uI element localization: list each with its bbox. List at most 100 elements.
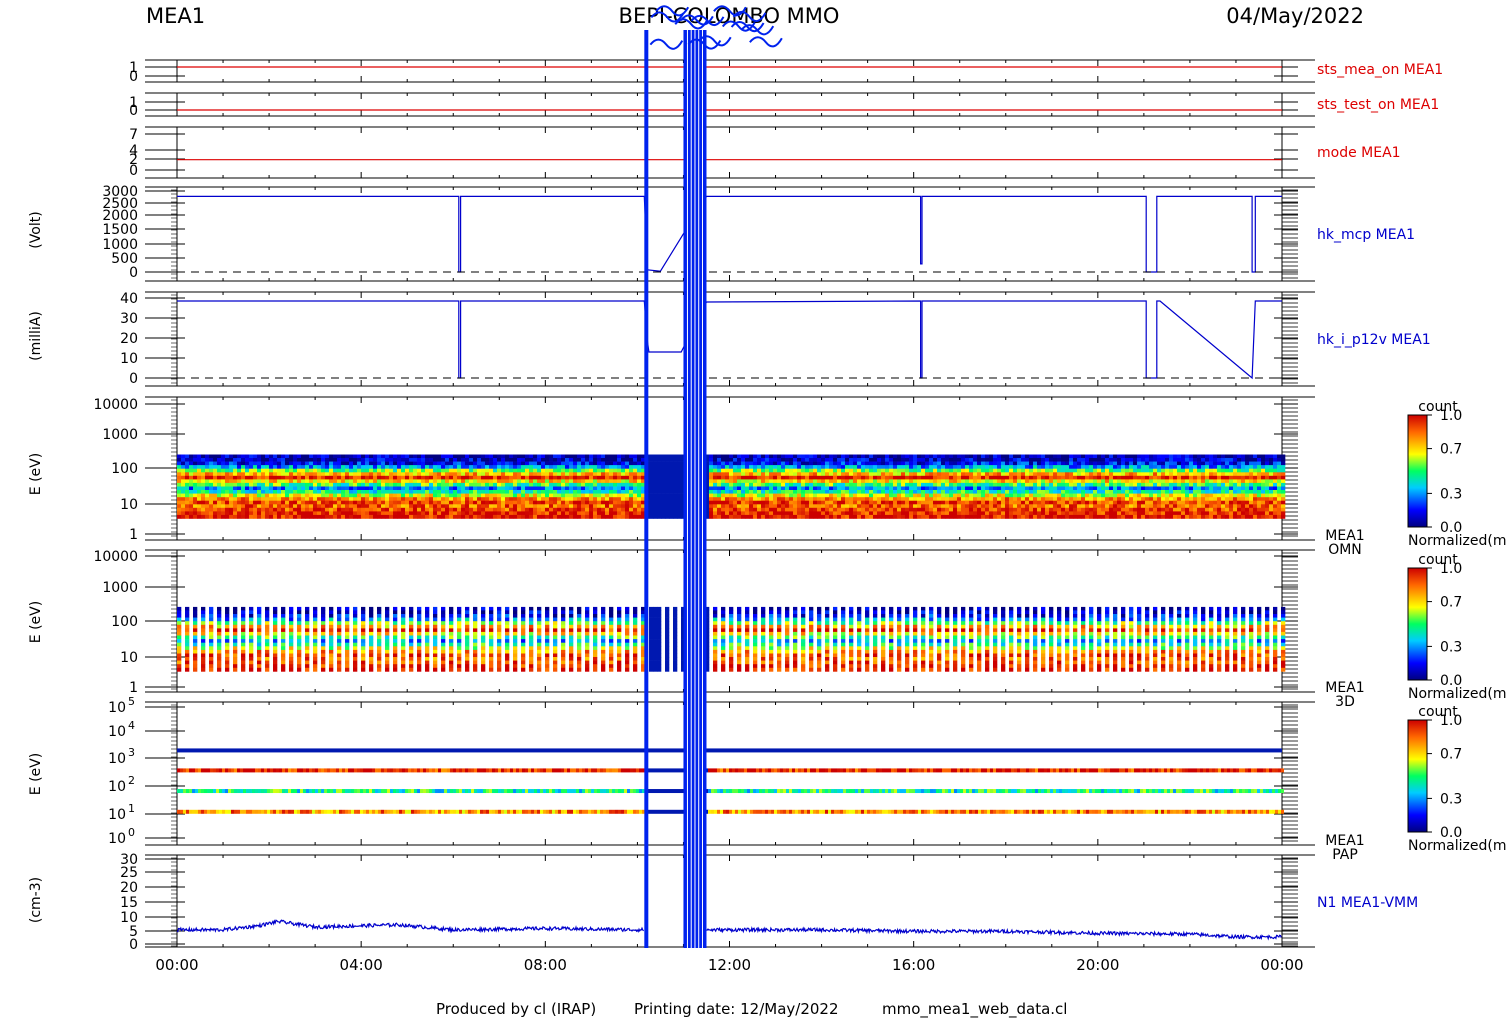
heatmap-cell — [441, 462, 445, 466]
heatmap-cell — [1033, 483, 1037, 487]
heatmap-cell — [825, 455, 829, 459]
heatmap-cell — [905, 504, 909, 508]
heatmap-cell — [1033, 494, 1037, 498]
heatmap-cell — [937, 504, 941, 508]
heatmap-cell — [669, 504, 673, 508]
heatmap-cell — [461, 511, 465, 515]
heatmap-cell — [873, 483, 877, 487]
heatmap-cell — [1145, 504, 1149, 508]
heatmap-cell — [1009, 469, 1013, 473]
heatmap-cell — [257, 469, 261, 473]
heatmap-cell — [497, 455, 501, 459]
heatmap-cell — [517, 511, 521, 515]
heatmap-cell — [365, 501, 369, 505]
heatmap-cell — [177, 508, 181, 512]
heatmap-cell — [501, 483, 505, 487]
heatmap-cell — [1101, 458, 1105, 462]
heatmap-cell — [309, 476, 313, 480]
heatmap-cell — [885, 508, 889, 512]
heatmap-cell — [409, 455, 413, 459]
heatmap-cell — [545, 455, 549, 459]
heatmap-cell — [853, 511, 857, 515]
heatmap-cell — [965, 458, 969, 462]
heatmap-cell — [493, 483, 497, 487]
heatmap-cell — [853, 483, 857, 487]
heatmap-cell — [537, 469, 541, 473]
heatmap-cell — [885, 483, 889, 487]
heatmap-cell — [1049, 479, 1053, 483]
heatmap-cell — [1149, 490, 1153, 494]
heatmap-cell — [345, 504, 349, 508]
heatmap-cell — [541, 455, 545, 459]
heatmap-cell — [429, 501, 433, 505]
heatmap-cell — [1053, 515, 1057, 519]
heatmap-cell — [745, 497, 749, 501]
heatmap-cell — [829, 504, 833, 508]
heatmap-cell — [505, 472, 509, 476]
heatmap-cell — [629, 479, 633, 483]
heatmap-cell — [673, 483, 677, 487]
heatmap-cell — [961, 508, 965, 512]
heatmap-cell — [1089, 479, 1093, 483]
heatmap-cell — [917, 462, 921, 466]
heatmap-cell — [321, 487, 325, 491]
heatmap-cell — [405, 515, 409, 519]
heatmap-cell — [789, 515, 793, 519]
heatmap-cell — [801, 497, 805, 501]
heatmap-cell — [393, 497, 397, 501]
heatmap-cell — [741, 472, 745, 476]
heatmap-cell — [265, 458, 269, 462]
heatmap-cell — [433, 508, 437, 512]
heatmap-cell — [1069, 487, 1073, 491]
heatmap-cell — [541, 465, 545, 469]
heatmap-cell — [905, 490, 909, 494]
heatmap-cell — [281, 462, 285, 466]
heatmap-cell — [333, 487, 337, 491]
heatmap-cell — [277, 472, 281, 476]
heatmap-cell — [373, 465, 377, 469]
heatmap-cell — [229, 511, 233, 515]
heatmap-cell — [289, 479, 293, 483]
heatmap-cell — [785, 472, 789, 476]
heatmap-cell — [1029, 462, 1033, 466]
heatmap-cell — [1021, 494, 1025, 498]
heatmap-cell — [589, 465, 593, 469]
heatmap-cell — [709, 455, 713, 459]
heatmap-cell — [441, 469, 445, 473]
heatmap-cell — [917, 511, 921, 515]
heatmap-cell — [837, 455, 841, 459]
heatmap-cell — [1101, 497, 1105, 501]
heatmap-cell — [297, 476, 301, 480]
heatmap-cell — [897, 508, 901, 512]
heatmap-cell — [809, 455, 813, 459]
heatmap-cell — [885, 465, 889, 469]
heatmap-cell — [809, 465, 813, 469]
heatmap-cell — [869, 497, 873, 501]
heatmap-cell — [201, 483, 205, 487]
heatmap-cell — [821, 465, 825, 469]
heatmap-cell — [445, 501, 449, 505]
heatmap-cell — [413, 501, 417, 505]
heatmap-cell — [1141, 508, 1145, 512]
heatmap-cell — [281, 458, 285, 462]
heatmap-cell — [609, 487, 613, 491]
heatmap-cell — [777, 465, 781, 469]
heatmap-cell — [337, 494, 341, 498]
heatmap-cell — [673, 511, 677, 515]
heatmap-cell — [493, 501, 497, 505]
heatmap-cell — [1069, 504, 1073, 508]
heatmap-cell — [789, 465, 793, 469]
heatmap-cell — [837, 479, 841, 483]
heatmap-cell — [841, 455, 845, 459]
heatmap-cell — [425, 508, 429, 512]
heatmap-cell — [473, 462, 477, 466]
heatmap-cell — [853, 479, 857, 483]
heatmap-cell — [841, 511, 845, 515]
heatmap-cell — [201, 490, 205, 494]
heatmap-cell — [557, 455, 561, 459]
heatmap-cell — [257, 455, 261, 459]
heatmap-cell — [433, 483, 437, 487]
heatmap-cell — [621, 469, 625, 473]
heatmap-cell — [1089, 462, 1093, 466]
heatmap-cell — [965, 472, 969, 476]
